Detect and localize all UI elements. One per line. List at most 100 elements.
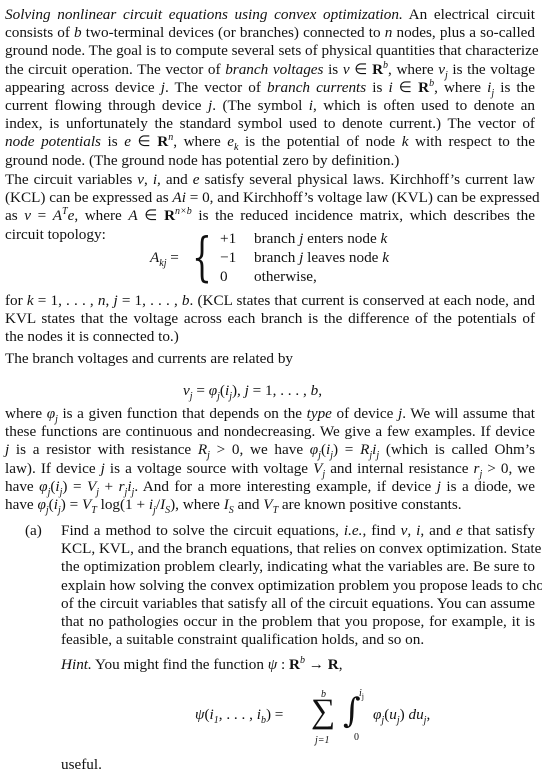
text-run: is a resistor with resistance bbox=[9, 441, 198, 459]
text-run: is a given function that depends on the bbox=[57, 405, 307, 422]
text-run: , bbox=[338, 656, 343, 673]
text-run: is the reduced incidence matrix, which d… bbox=[191, 207, 535, 225]
text-run: v bbox=[183, 382, 190, 399]
text-run: ), where bbox=[170, 496, 224, 514]
text-run: these functions are continuous and nonde… bbox=[5, 423, 535, 441]
text-line: feasible, a suitable constraint qualific… bbox=[61, 631, 535, 649]
text-run: is bbox=[323, 60, 343, 78]
text-run: , where bbox=[388, 60, 439, 78]
text-run: ∈ bbox=[349, 60, 373, 78]
text-run: branch bbox=[254, 249, 300, 266]
text-run: ), bbox=[231, 382, 245, 399]
text-run: > 0, we have bbox=[209, 441, 310, 459]
text-run: e bbox=[192, 171, 200, 188]
text-run: e bbox=[124, 133, 131, 151]
text-run: + bbox=[99, 477, 119, 495]
text-run: R bbox=[157, 133, 169, 151]
text-run: , where bbox=[434, 78, 488, 96]
text-line: Find a method to solve the circuit equat… bbox=[61, 522, 535, 540]
text-run: current flowing through device bbox=[5, 97, 208, 115]
text-run: = bbox=[30, 207, 53, 225]
text-run: Solving nonlinear circuit equations usin… bbox=[5, 6, 403, 23]
text-line: the optimization problem clearly, indica… bbox=[61, 558, 535, 576]
part-a-text: Find a method to solve the circuit equat… bbox=[61, 522, 542, 649]
branch-equation: vj = φj(ij), j = 1, . . . , b, bbox=[183, 382, 322, 402]
text-run: ) = bbox=[333, 441, 361, 459]
text-run: V bbox=[87, 477, 97, 495]
text-run: is a voltage source with voltage bbox=[104, 459, 314, 477]
device-examples-paragraph: where φj is a given function that depend… bbox=[5, 405, 536, 516]
text-run: branch voltages bbox=[225, 60, 324, 78]
text-run: branch currents bbox=[267, 78, 367, 96]
text-run: consists of bbox=[5, 24, 75, 42]
text-run: v bbox=[137, 171, 144, 188]
case-row: −1 branch j leaves node k bbox=[220, 249, 389, 266]
sum-lower-limit: j=1 bbox=[315, 735, 330, 746]
text-run: k bbox=[382, 249, 389, 266]
text-run: = 0, and Kirchhoff’s voltage law (KVL) c… bbox=[185, 189, 540, 207]
text-run: The branch voltages and currents are rel… bbox=[5, 350, 294, 367]
text-run: R bbox=[327, 656, 339, 673]
text-line: node potentials is e ∈ Rn, where ek is t… bbox=[5, 133, 535, 153]
text-run: ground node. (The ground node has potent… bbox=[5, 151, 400, 169]
text-run: index, is unfortunately the standard sym… bbox=[5, 115, 535, 133]
text-run: > 0, we bbox=[482, 459, 536, 477]
text-run: You might find the function bbox=[91, 656, 268, 673]
case-row: +1 branch j enters node k bbox=[220, 230, 388, 247]
text-run: with respect to the bbox=[408, 133, 535, 151]
text-line: have φj(ij) = VT log(1 + ij/IS), where I… bbox=[5, 496, 535, 516]
text-run: explain how solving the convex optimizat… bbox=[61, 576, 542, 594]
text-run: Hint. bbox=[61, 656, 92, 673]
integral-lower-limit: 0 bbox=[354, 732, 359, 743]
text-run: ∈ bbox=[130, 133, 158, 151]
text-run: R bbox=[360, 441, 370, 459]
text-run: is the voltage bbox=[447, 60, 535, 78]
text-line: ground node. (The ground node has potent… bbox=[5, 152, 535, 170]
text-line: The branch voltages and currents are rel… bbox=[5, 350, 535, 368]
text-run: b bbox=[74, 24, 82, 42]
text-run: k bbox=[380, 230, 388, 247]
text-run: (KCL) can be expressed as bbox=[5, 189, 173, 207]
hint-text: Hint. You might find the function ψ : Rb… bbox=[61, 655, 535, 674]
text-run: is a diode, we bbox=[440, 477, 535, 495]
text-run: , and bbox=[157, 171, 193, 188]
text-run: , where bbox=[173, 133, 228, 151]
text-run: have bbox=[5, 496, 38, 514]
text-run: V bbox=[263, 496, 273, 514]
text-run: V bbox=[81, 496, 92, 514]
text-run: . And for a more interesting example, if… bbox=[134, 477, 437, 495]
text-run: , which is often used to denote an bbox=[313, 97, 535, 115]
integrand: φj(uj) duj, bbox=[373, 706, 431, 726]
text-run: b bbox=[181, 292, 190, 309]
intro-paragraph: Solving nonlinear circuit equations usin… bbox=[5, 6, 539, 170]
text-run: type bbox=[306, 405, 332, 422]
text-run: v bbox=[438, 60, 445, 78]
text-run: . (The symbol bbox=[212, 97, 309, 115]
integral-upper-limit: ij bbox=[359, 688, 365, 701]
text-run: the optimization problem clearly, indica… bbox=[61, 558, 535, 576]
text-run: , bbox=[407, 522, 417, 539]
text-run: , bbox=[426, 706, 431, 723]
text-run: φ bbox=[309, 441, 319, 459]
text-run: where bbox=[5, 405, 47, 422]
text-run: ) = bbox=[60, 496, 82, 514]
text-run: , find bbox=[362, 522, 401, 539]
text-run: feasible, a suitable constraint qualific… bbox=[61, 631, 425, 649]
text-run: V bbox=[313, 459, 323, 477]
text-run: (which is called Ohm’s bbox=[379, 441, 535, 459]
text-run: = 1, . . . , bbox=[117, 292, 182, 309]
text-run: otherwise, bbox=[254, 268, 317, 285]
text-run: is the potential of node bbox=[238, 133, 402, 151]
text-line: index, is unfortunately the standard sym… bbox=[5, 115, 535, 133]
text-run: of the circuit variables that satisfy al… bbox=[61, 594, 535, 612]
incidence-matrix-definition: Akj = { +1 branch j enters node k −1 branc… bbox=[150, 228, 400, 288]
text-run: and internal resistance bbox=[325, 459, 474, 477]
text-run: KVL states that the voltage across each … bbox=[5, 310, 535, 328]
text-run: φ bbox=[37, 496, 46, 514]
text-run: A bbox=[128, 207, 138, 225]
text-run: node potentials bbox=[5, 133, 101, 151]
text-run: ) = bbox=[62, 477, 88, 495]
sum-symbol: ∑ bbox=[311, 693, 336, 730]
text-run: φ bbox=[208, 382, 218, 399]
text-line: KCL, KVL, and the branch equations, that… bbox=[61, 540, 541, 558]
